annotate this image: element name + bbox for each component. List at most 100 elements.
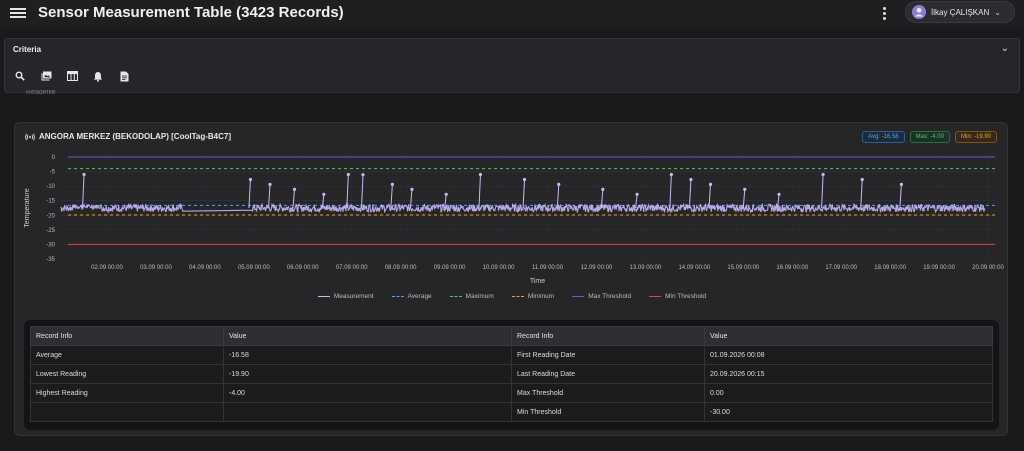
legend-swatch [317, 296, 330, 297]
criteria-toolbar [13, 69, 131, 83]
bell-icon[interactable] [91, 69, 105, 83]
measurement-point [361, 173, 365, 177]
measurement-point [322, 192, 326, 196]
table-cell: Average [30, 345, 224, 365]
x-tick-label: 10.09 00:00 [483, 265, 515, 271]
measurement-spike [478, 174, 481, 209]
measurement-spike [268, 184, 271, 209]
measurement-point [860, 177, 864, 182]
y-tick-label: -5 [50, 170, 56, 176]
table-cell: 0.00 [704, 383, 993, 403]
chevron-down-icon: ⌄ [1000, 43, 1009, 54]
table-cell: First Reading Date [511, 345, 705, 365]
legend-label: Minimum [527, 293, 555, 300]
x-tick-label: 14.09 00:00 [678, 265, 710, 271]
measurement-spike [522, 179, 526, 209]
measurement-spike [899, 184, 902, 209]
x-tick-label: 15.09 00:00 [727, 265, 759, 271]
table-row: Lowest Reading -19.90 Last Reading Date … [30, 364, 993, 384]
y-tick-label: -35 [46, 257, 55, 263]
table-cell: Lowest Reading [30, 364, 224, 384]
measurement-point [689, 177, 693, 182]
gallery-icon[interactable] [39, 69, 53, 83]
legend-label: Max Threshold [588, 293, 632, 300]
x-tick-label: 02.09 00:00 [91, 265, 123, 271]
measurement-spike [688, 179, 692, 209]
column-header: Value [704, 326, 993, 346]
legend-item[interactable]: Average [391, 293, 432, 300]
search-icon[interactable] [13, 69, 27, 83]
measurement-spike [635, 194, 638, 209]
measurement-point [410, 187, 414, 191]
y-tick-label: -10 [46, 184, 55, 190]
legend-swatch [449, 296, 462, 297]
avg-badge: Avg: -16.58 [862, 131, 905, 143]
x-tick-label: 03.09 00:00 [140, 265, 172, 271]
record-info-panel: Record Info Value Record Info Value Aver… [24, 320, 999, 430]
y-tick-label: -25 [46, 228, 55, 234]
y-axis-label: Temperature [24, 188, 31, 227]
table-header-row: Record Info Value Record Info Value [30, 326, 993, 346]
criteria-panel: Criteria ⌄ [4, 38, 1020, 93]
temperature-chart[interactable]: 0 -5 -10 -15 -20 -25 -30 -35 02.09 00:00 03.09 00… [15, 145, 1009, 305]
table-cell: Last Reading Date [511, 364, 705, 384]
legend-item[interactable]: Max Threshold [572, 293, 631, 300]
hamburger-menu-icon[interactable] [10, 6, 26, 20]
table-cell: Min Threshold [511, 402, 705, 422]
x-tick-label: 04.09 00:00 [189, 265, 221, 271]
chart-legend: Measurement Average Maximum Minimum Max Thre… [15, 293, 1009, 300]
measurement-spike [346, 174, 349, 209]
chevron-down-icon: ⌄ [994, 7, 1001, 17]
table-cell: Max Threshold [511, 383, 705, 403]
measurement-spike [248, 179, 251, 209]
x-tick-label: 16.09 00:00 [776, 265, 808, 271]
table-row: Highest Reading -4.00 Max Threshold 0.00 [30, 383, 993, 403]
sensor-signal-icon [25, 133, 35, 140]
x-tick-label: 09.09 00:00 [434, 265, 466, 271]
table-cell [30, 402, 224, 422]
legend-label: Measurement [333, 293, 374, 300]
table-cell [223, 402, 512, 422]
table-icon[interactable] [65, 69, 79, 83]
document-icon[interactable] [117, 69, 131, 83]
sensor-chart-card: ANGORA MERKEZ (BEKODOLAP) [CoolTag-B4C7]… [14, 122, 1008, 436]
legend-label: Average [407, 293, 432, 300]
measurement-point [821, 172, 825, 177]
table-cell: Highest Reading [30, 383, 224, 403]
stat-badges: Avg: -16.58 Max: -4.00 Min: -19.90 [862, 131, 997, 143]
chart-svg: 0 -5 -10 -15 -20 -25 -30 -35 02.09 00:00 03.09 00… [24, 155, 1005, 285]
measurement-point [248, 177, 253, 182]
table-row: Average -16.58 First Reading Date 01.09.… [30, 345, 993, 365]
x-tick-label: 20.09 00:00 [972, 265, 1004, 271]
x-tick-label: 18.09 00:00 [874, 265, 906, 271]
more-options-icon[interactable] [879, 6, 889, 20]
user-menu-button[interactable]: İlkay ÇALIŞKAN ⌄ [905, 1, 1015, 23]
legend-item[interactable]: Maximum [449, 293, 494, 300]
measurement-spike [708, 184, 712, 209]
measurement-point [669, 172, 673, 177]
table-cell: 20.09.2026 00:15 [704, 364, 993, 384]
measurement-spike [821, 174, 824, 209]
y-tick-label: -30 [46, 242, 55, 248]
legend-swatch [511, 296, 524, 297]
legend-swatch [649, 296, 662, 297]
column-header: Value [223, 326, 512, 346]
measurement-point [635, 192, 639, 196]
table-cell: 01.09.2026 00:08 [704, 345, 993, 365]
measurement-point [557, 182, 561, 186]
x-tick-label: 17.09 00:00 [825, 265, 857, 271]
legend-item[interactable]: Minimum [511, 293, 555, 300]
measurement-point [292, 187, 297, 191]
page-title: Sensor Measurement Table (3423 Records) [38, 4, 344, 21]
measurement-point [899, 182, 904, 186]
x-tick-label: 11.09 00:00 [532, 265, 564, 271]
measurement-point [268, 182, 272, 186]
legend-item[interactable]: Measurement [317, 293, 374, 300]
measurement-point [708, 182, 713, 186]
criteria-header[interactable]: Criteria ⌄ [5, 39, 1019, 61]
device-header: ANGORA MERKEZ (BEKODOLAP) [CoolTag-B4C7] [25, 132, 231, 141]
criteria-title: Criteria [13, 45, 42, 54]
legend-item[interactable]: Min Threshold [649, 293, 706, 300]
measurement-spike [361, 174, 364, 209]
measurement-point [743, 187, 747, 191]
